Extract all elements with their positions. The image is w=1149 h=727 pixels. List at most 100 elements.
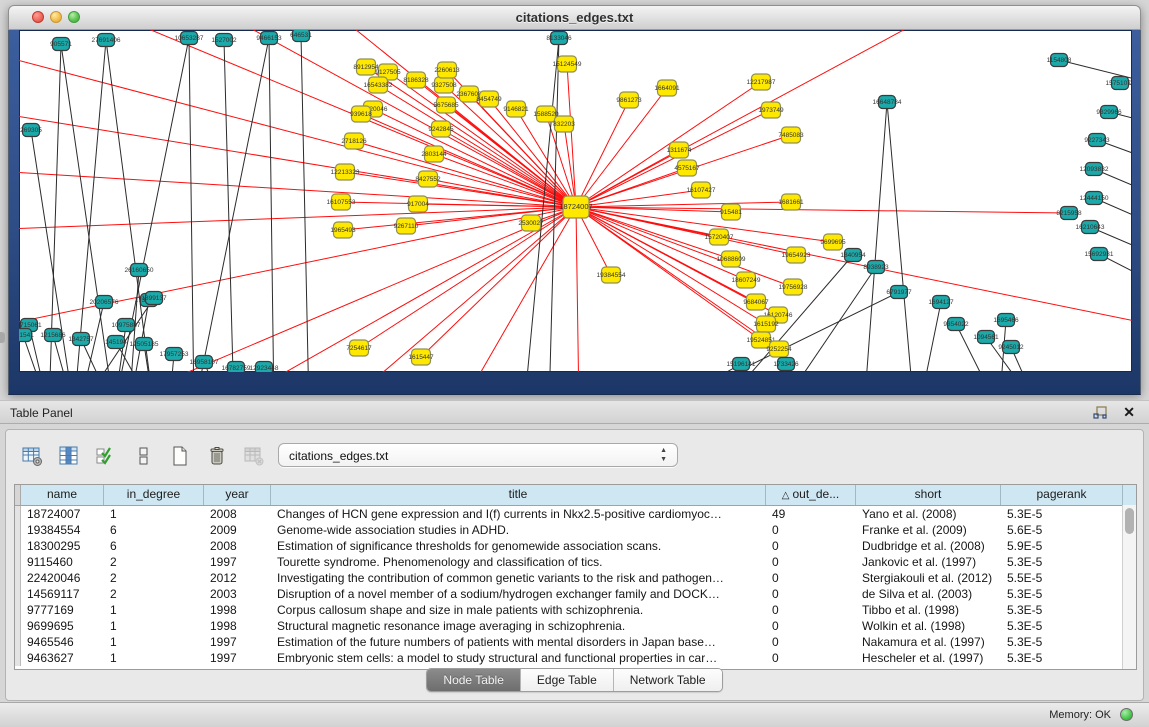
- network-canvas[interactable]: 1872400789129549127505165433822242004693…: [19, 30, 1132, 372]
- cell-out_degree[interactable]: 49: [766, 506, 856, 522]
- select-rows-icon[interactable]: [94, 444, 118, 468]
- graph-node[interactable]: 9267110: [394, 218, 419, 234]
- graph-node[interactable]: 19756928: [779, 279, 808, 295]
- cell-name[interactable]: 9115460: [21, 554, 104, 570]
- cell-out_degree[interactable]: 0: [766, 538, 856, 554]
- cell-in_degree[interactable]: 2: [104, 570, 204, 586]
- column-header-pagerank[interactable]: pagerank: [1001, 485, 1123, 505]
- graph-node[interactable]: 1973749: [758, 102, 784, 118]
- graph-node[interactable]: 18724007: [559, 196, 592, 218]
- graph-node[interactable]: 2260613: [434, 62, 460, 78]
- graph-node[interactable]: 1615192: [753, 316, 779, 332]
- tab-edge-table[interactable]: Edge Table: [521, 669, 614, 691]
- table-row[interactable]: 911546021997Tourette syndrome. Phenomeno…: [15, 554, 1136, 570]
- graph-node[interactable]: 10975887: [112, 319, 141, 332]
- table-mode-icon[interactable]: [20, 444, 44, 468]
- cell-title[interactable]: Disruption of a novel member of a sodium…: [271, 586, 766, 602]
- graph-node[interactable]: 145194: [105, 336, 127, 349]
- cell-title[interactable]: Tourette syndrome. Phenomenology and cla…: [271, 554, 766, 570]
- table-row[interactable]: 1872400712008Changes of HCN gene express…: [15, 506, 1136, 522]
- graph-node[interactable]: 9861273: [616, 92, 642, 108]
- cell-name[interactable]: 9777169: [21, 602, 104, 618]
- delete-column-icon[interactable]: [205, 444, 229, 468]
- cell-short[interactable]: Jankovic et al. (1997): [856, 554, 1001, 570]
- create-column-icon[interactable]: [168, 444, 192, 468]
- cell-short[interactable]: Franke et al. (2009): [856, 522, 1001, 538]
- cell-year[interactable]: 2009: [204, 522, 271, 538]
- cell-short[interactable]: Stergiakouli et al. (2012): [856, 570, 1001, 586]
- float-panel-icon[interactable]: [1093, 406, 1107, 420]
- tab-node-table[interactable]: Node Table: [427, 669, 521, 691]
- column-header-in_degree[interactable]: in_degree: [104, 485, 204, 505]
- cell-out_degree[interactable]: 0: [766, 650, 856, 666]
- graph-node[interactable]: 19384554: [597, 267, 626, 283]
- memory-status-indicator[interactable]: [1120, 708, 1133, 721]
- cell-year[interactable]: 1998: [204, 602, 271, 618]
- column-header-out_degree[interactable]: △out_de...: [766, 485, 856, 505]
- cell-name[interactable]: 14569117: [21, 586, 104, 602]
- cell-pagerank[interactable]: 5.5E-5: [1001, 570, 1123, 586]
- cell-pagerank[interactable]: 5.6E-5: [1001, 522, 1123, 538]
- graph-node[interactable]: 9354022: [943, 318, 969, 331]
- graph-node[interactable]: 1154808: [1047, 54, 1072, 67]
- cell-pagerank[interactable]: 5.3E-5: [1001, 650, 1123, 666]
- graph-node[interactable]: 7485083: [778, 127, 804, 143]
- graph-node[interactable]: 1615447: [408, 349, 434, 365]
- graph-node[interactable]: 17957253: [160, 348, 189, 361]
- graph-node[interactable]: 18607249: [732, 272, 761, 288]
- graph-node[interactable]: 1342757: [68, 333, 94, 346]
- cell-short[interactable]: Wolkin et al. (1998): [856, 618, 1001, 634]
- graph-node[interactable]: 2530027: [518, 215, 544, 231]
- delete-table-icon[interactable]: [242, 444, 266, 468]
- table-row[interactable]: 946362711997Embryonic stem cells: a mode…: [15, 650, 1136, 666]
- cell-name[interactable]: 18724007: [21, 506, 104, 522]
- table-scrollbar-thumb[interactable]: [1125, 508, 1134, 534]
- cell-in_degree[interactable]: 1: [104, 618, 204, 634]
- column-header-short[interactable]: short: [856, 485, 1001, 505]
- table-scrollbar[interactable]: [1122, 505, 1136, 669]
- cell-pagerank[interactable]: 5.3E-5: [1001, 586, 1123, 602]
- cell-name[interactable]: 22420046: [21, 570, 104, 586]
- cell-short[interactable]: de Silva et al. (2003): [856, 586, 1001, 602]
- cell-name[interactable]: 18300295: [21, 538, 104, 554]
- cell-title[interactable]: Changes of HCN gene expression and I(f) …: [271, 506, 766, 522]
- cell-out_degree[interactable]: 0: [766, 570, 856, 586]
- cell-short[interactable]: Dudbridge et al. (2008): [856, 538, 1001, 554]
- cell-pagerank[interactable]: 5.3E-5: [1001, 618, 1123, 634]
- graph-node[interactable]: 1733426: [773, 358, 799, 371]
- graph-node[interactable]: 5675685: [433, 97, 459, 113]
- graph-node[interactable]: 10688609: [717, 251, 746, 267]
- cell-name[interactable]: 9699695: [21, 618, 104, 634]
- cell-in_degree[interactable]: 6: [104, 538, 204, 554]
- graph-node[interactable]: 16648784: [873, 96, 902, 109]
- cell-title[interactable]: Corpus callosum shape and size in male p…: [271, 602, 766, 618]
- graph-node[interactable]: 1965493: [330, 222, 356, 238]
- graph-node[interactable]: 10653287: [175, 32, 204, 45]
- cell-out_degree[interactable]: 0: [766, 554, 856, 570]
- cell-out_degree[interactable]: 0: [766, 618, 856, 634]
- graph-node[interactable]: 9329966: [1096, 106, 1122, 119]
- cell-year[interactable]: 1997: [204, 554, 271, 570]
- cell-out_degree[interactable]: 0: [766, 522, 856, 538]
- graph-node[interactable]: 16107553: [327, 194, 356, 210]
- cell-short[interactable]: Tibbo et al. (1998): [856, 602, 1001, 618]
- cell-name[interactable]: 19384554: [21, 522, 104, 538]
- graph-node[interactable]: 8938923: [863, 261, 889, 274]
- cell-name[interactable]: 9463627: [21, 650, 104, 666]
- graph-node[interactable]: 15720407: [705, 229, 734, 245]
- cell-year[interactable]: 1998: [204, 618, 271, 634]
- graph-node[interactable]: 9252254: [766, 341, 792, 357]
- cell-name[interactable]: 9465546: [21, 634, 104, 650]
- cell-short[interactable]: Hescheler et al. (1997): [856, 650, 1001, 666]
- cell-in_degree[interactable]: 1: [104, 650, 204, 666]
- graph-node[interactable]: 8427552: [415, 171, 441, 187]
- graph-node[interactable]: 9242845: [428, 121, 454, 137]
- graph-node[interactable]: 9245012: [998, 341, 1024, 354]
- cell-in_degree[interactable]: 1: [104, 506, 204, 522]
- cell-pagerank[interactable]: 5.3E-5: [1001, 602, 1123, 618]
- cell-short[interactable]: Nakamura et al. (1997): [856, 634, 1001, 650]
- graph-node[interactable]: 9146821: [503, 101, 529, 117]
- close-panel-icon[interactable]: ✕: [1123, 404, 1135, 421]
- cell-pagerank[interactable]: 5.3E-5: [1001, 506, 1123, 522]
- column-header-name[interactable]: name: [21, 485, 104, 505]
